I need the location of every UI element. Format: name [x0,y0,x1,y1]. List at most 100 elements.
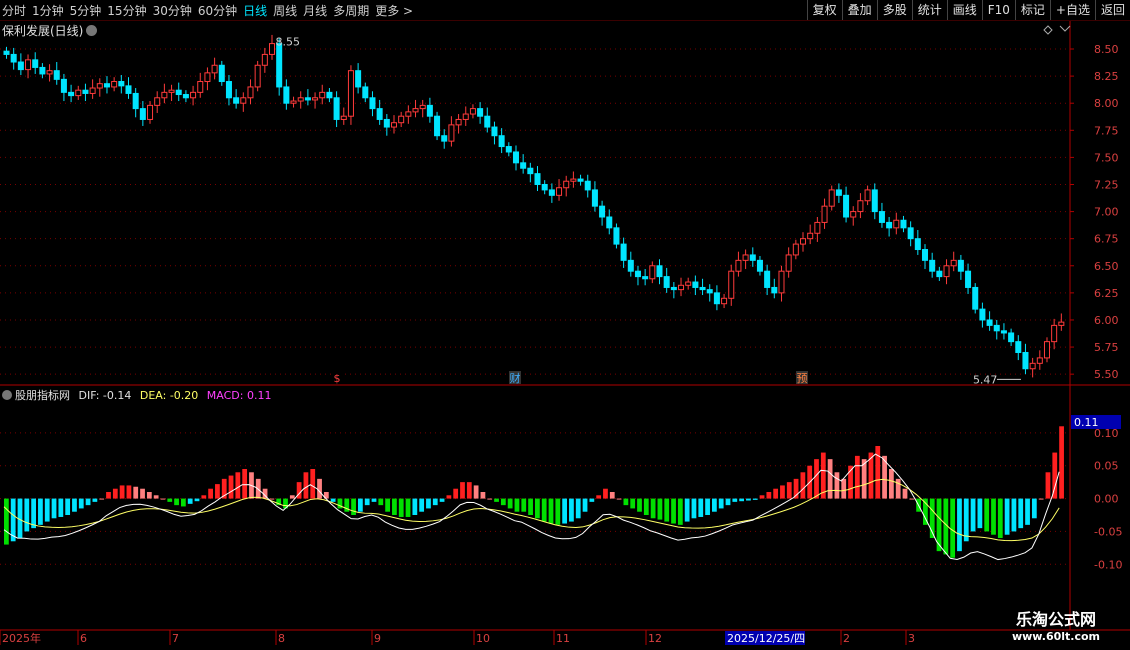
macd-bar [589,498,595,502]
candle-body [75,89,82,97]
macd-bar [895,478,901,499]
macd-bar [153,495,159,499]
macd-bar [786,482,792,499]
candle-body [254,64,261,88]
candle-body [835,189,842,196]
macd-bar [439,498,445,502]
macd-bar [902,488,908,499]
candle-body [290,100,297,104]
chevron-down-icon [1059,25,1071,32]
macd-bar [146,492,152,499]
candle-body [484,115,491,128]
diamond-icon [1043,25,1053,35]
candle-body [426,104,433,117]
macd-bar [500,498,506,506]
candle-body [304,97,311,101]
macd-bar [909,498,915,500]
candle-body [993,324,1000,332]
candle-body [1008,332,1015,343]
candle-body [814,221,821,234]
candle-body [785,254,792,272]
candle-body [82,89,89,94]
candle-body [17,61,24,71]
macd-bar [739,498,744,502]
macd-bar [181,498,186,507]
price-axis-label: 6.25 [1094,287,1119,300]
macd-bar [201,495,207,499]
price-axis-label: 7.00 [1094,206,1119,219]
macd-bar [1059,426,1064,499]
candle-body [620,243,627,261]
price-axis-label: 8.00 [1094,97,1119,110]
candle-body [670,286,677,291]
macd-bar [752,498,758,500]
macd-bar [385,498,390,512]
candle-body [383,118,390,128]
price-axis-label: 8.50 [1094,43,1119,56]
candle-body [283,86,290,104]
macd-bar [494,498,499,502]
candle-body [233,97,240,104]
macd-bar [140,488,145,499]
date-label: 6 [80,632,87,645]
candle-body [821,205,828,223]
candle-body [850,211,857,218]
candle-body [642,276,649,280]
macd-bar [85,498,91,506]
candle-body [369,97,376,110]
macd-bar [541,498,547,522]
macd-bar [106,492,111,499]
candle-body [1051,324,1058,343]
macd-bar [405,498,411,517]
candle-body [907,227,914,240]
candle-body [297,97,304,102]
candle-body [46,70,53,75]
event-marker: 预 [797,372,808,385]
candle-body [728,270,735,299]
macd-bar [677,498,683,525]
candle-body [118,81,125,87]
chart-canvas[interactable]: 8.50 8.25 8.00 7.75 7.50 7.25 7.00 6.75 6.50 6.25… [0,0,1130,650]
candle-body [699,286,706,291]
macd-bar [800,472,806,499]
candle-body [735,259,742,272]
candle-body [347,70,354,117]
macd-bar [970,498,976,532]
macd-bar [351,498,356,515]
low-price-label: 5.47 [973,373,998,386]
macd-bar [1011,498,1017,532]
macd-bar [487,498,493,500]
candle-body [147,104,154,120]
macd-bar [44,498,50,522]
macd-bar [187,498,193,504]
macd-bar [664,498,670,522]
candle-body [957,259,964,272]
macd-bar [1025,498,1030,525]
price-axis-label: 6.00 [1094,314,1119,327]
candle-body [204,72,211,83]
macd-bar [24,498,30,532]
date-label: 8 [278,632,285,645]
macd-bar [582,498,588,512]
candle-body [914,238,921,251]
candle-body [419,104,426,110]
candle-body [950,259,957,267]
watermark: 乐淘公式网 www.60lt.com [986,606,1126,646]
candle-body [10,53,17,63]
date-label: 9 [374,632,381,645]
macd-bar [160,498,166,500]
macd-bar [991,498,996,535]
candle-body [706,289,713,294]
candle-body [843,194,850,218]
candle-body [477,108,484,117]
candle-body [986,319,993,326]
candle-body [900,219,907,229]
candle-body [139,108,146,120]
macd-bar [746,498,751,501]
candle-body [340,115,347,120]
candle-body [39,66,46,75]
price-axis-label: 7.25 [1094,178,1119,191]
candle-body [828,189,835,207]
macd-bar [378,498,384,506]
macd-bar [609,492,615,499]
